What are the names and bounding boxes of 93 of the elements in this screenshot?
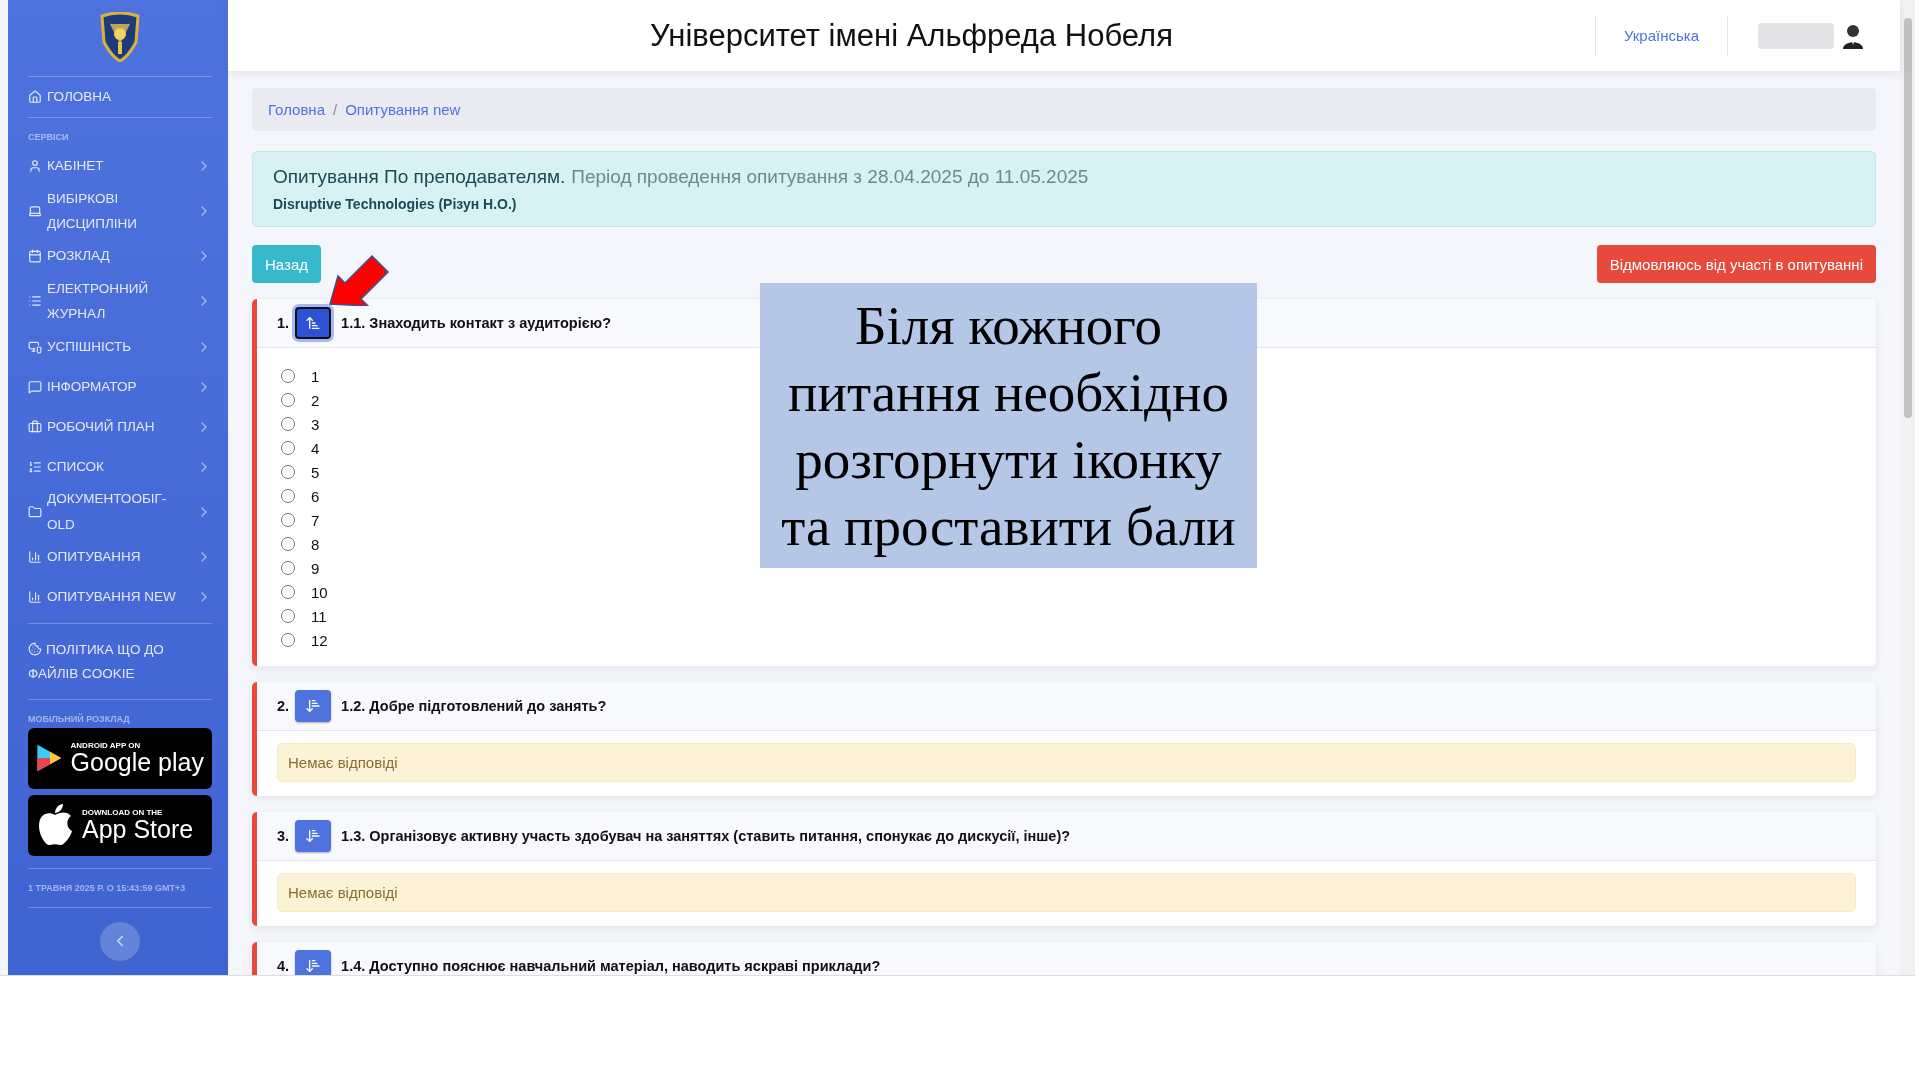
expand-toggle-button[interactable] [295, 820, 332, 852]
course-name: Disruptive Technologies (Різун Н.О.) [273, 196, 518, 212]
user-avatar-icon[interactable] [1842, 22, 1864, 49]
score-radio[interactable] [281, 393, 295, 407]
pointer-arrow [328, 254, 390, 306]
nav-item[interactable]: ОПИТУВАННЯ NEW [28, 576, 212, 617]
store-badge[interactable]: ANDROID APP ON Google play [28, 728, 212, 789]
no-answer-notice: Немає відповіді [277, 743, 1856, 782]
score-label: 5 [311, 463, 320, 481]
sort-down-icon [305, 698, 322, 714]
survey-period: Період проведення опитування з 28.04.2025 до 11.05.2025 [571, 166, 1089, 188]
score-radio[interactable] [281, 489, 295, 503]
nav-item[interactable]: ДОКУМЕНТООБІГ-OLD [28, 486, 212, 537]
sort-up-icon [305, 315, 322, 331]
score-radio[interactable] [281, 441, 295, 455]
question-number: 3. [277, 828, 290, 844]
nav-item[interactable]: ГОЛОВНА [28, 77, 212, 117]
question-text: 1.4. Доступно пояснює навчальний матеріал, наводить яскраві приклади? [341, 958, 881, 974]
score-label: 4 [311, 439, 320, 457]
question-text: 1.3. Організовує активну участь здобувач на заняттях (ставить питання, спонукає до дискусії, інше)? [341, 828, 1071, 844]
instruction-callout: Біля кожного питання необхідно розгорнути іконку та проставити бали [760, 283, 1257, 568]
scrollbar-thumb[interactable] [1903, 18, 1912, 418]
nav-item[interactable]: ОПИТУВАННЯ [28, 536, 212, 577]
menu-icon [28, 249, 42, 264]
question-number: 2. [277, 698, 290, 714]
menu-icon [28, 204, 42, 219]
score-label: 7 [311, 511, 320, 529]
menu-icon [28, 504, 42, 519]
sort-down-icon [305, 958, 322, 974]
score-label: 8 [311, 535, 320, 553]
score-label: 9 [311, 559, 320, 577]
back-button[interactable]: Назад [252, 245, 321, 283]
score-label: 11 [311, 607, 327, 625]
nav-item[interactable]: РОБОЧИЙ ПЛАН [28, 406, 212, 447]
no-answer-notice: Немає відповіді [277, 873, 1856, 912]
badge-caption: DOWNLOAD ON THE [82, 808, 164, 817]
nav-item[interactable]: УСПІШНІСТЬ [28, 326, 212, 367]
menu-icon [28, 549, 42, 564]
nav-item[interactable]: ІНФОРМАТОР [28, 366, 212, 407]
score-radio[interactable] [281, 585, 295, 599]
site-title: Університет імені Альфреда Нобеля [648, 17, 1174, 54]
score-label: 2 [311, 391, 320, 409]
breadcrumb-separator: / [333, 101, 338, 118]
breadcrumb-link[interactable]: Опитування new [345, 101, 461, 118]
score-radio[interactable] [281, 417, 295, 431]
expand-toggle-button[interactable] [295, 950, 332, 975]
score-label: 10 [311, 583, 328, 601]
score-radio[interactable] [281, 633, 295, 647]
nav-item[interactable]: СПИСОК [28, 446, 212, 487]
menu-icon [28, 589, 42, 604]
apple-icon [36, 803, 74, 848]
nav-item[interactable]: ЕЛЕКТРОННИЙ ЖУРНАЛ [28, 276, 212, 327]
menu-icon [28, 339, 42, 354]
menu-icon [28, 294, 42, 309]
cookie-icon [28, 641, 42, 656]
score-radio[interactable] [281, 609, 295, 623]
badge-title: Google play [70, 749, 204, 775]
store-badge[interactable]: DOWNLOAD ON THE App Store [28, 794, 212, 856]
university-crest-logo [99, 12, 141, 62]
badge-caption: ANDROID APP ON [70, 741, 142, 750]
question-text: 1.2. Добре підготовлений до занять? [341, 698, 607, 714]
score-radio[interactable] [281, 369, 295, 383]
menu-icon [28, 459, 42, 474]
expand-toggle-button[interactable] [295, 307, 332, 339]
score-radio[interactable] [281, 465, 295, 479]
home-icon [28, 90, 42, 104]
language-link[interactable]: Українська [1594, 15, 1728, 56]
score-label: 12 [311, 631, 328, 649]
question-number: 4. [277, 958, 290, 974]
expand-toggle-button[interactable] [295, 690, 332, 722]
question-text: 1.1. Знаходить контакт з аудиторією? [341, 315, 611, 331]
menu-icon [28, 419, 42, 434]
score-label: 1 [311, 367, 320, 385]
score-radio[interactable] [281, 513, 295, 527]
score-radio[interactable] [281, 537, 295, 551]
survey-title: Опитування По преподавателям. [273, 166, 566, 188]
cookie-policy-link[interactable]: ПОЛІТИКА ЩО ДО ФАЙЛІВ COOKIE [28, 623, 212, 700]
nav-item[interactable]: ВИБІРКОВІ ДИСЦИПЛІНИ [28, 186, 212, 237]
score-radio[interactable] [281, 561, 295, 575]
score-label: 6 [311, 487, 320, 505]
decline-button[interactable]: Відмовляюсь від участі в опитуванні [1596, 245, 1876, 283]
section-label: МОБІЛЬНИЙ РОЗКЛАД [28, 714, 131, 725]
menu-icon [28, 159, 42, 173]
menu-icon [28, 379, 42, 394]
date-time: 1 ТРАВНЯ 2025 Р. О 15:43:59 GMT+3 [28, 881, 187, 895]
sort-down-icon [305, 828, 322, 844]
badge-title: App Store [82, 816, 194, 842]
nav-item[interactable]: КАБІНЕТ [28, 146, 212, 186]
question-number: 1. [277, 315, 290, 331]
section-label: СЕРВІСИ [28, 132, 70, 142]
nav-item[interactable]: РОЗКЛАД [28, 236, 212, 277]
breadcrumb-link[interactable]: Головна [268, 101, 325, 118]
score-label: 3 [311, 415, 320, 433]
